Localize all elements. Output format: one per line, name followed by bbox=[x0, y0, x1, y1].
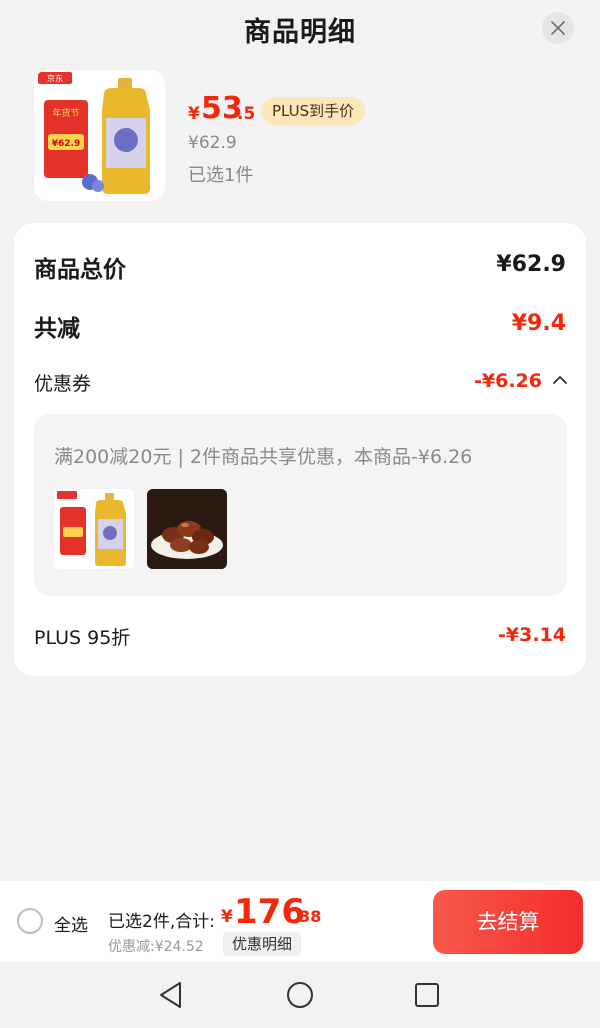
recent-apps-square-icon[interactable] bbox=[412, 980, 442, 1010]
modal-header: 商品明细 bbox=[0, 0, 600, 56]
sum-label: 已选2件,合计: bbox=[108, 912, 215, 932]
coupon-product-thumb-dates[interactable] bbox=[147, 489, 227, 569]
coupon-detail-box: 满200减20元 | 2件商品共享优惠，本商品-¥6.26 bbox=[34, 414, 567, 596]
discount-detail-button[interactable]: 优惠明细 bbox=[223, 932, 302, 956]
total-price-value: ¥62.9 bbox=[496, 252, 566, 277]
price-currency: ¥ bbox=[188, 104, 200, 124]
discount-amount: 优惠减:¥24.52 bbox=[108, 939, 204, 955]
plus-discount-value: -¥3.14 bbox=[498, 624, 566, 646]
select-all-label[interactable]: 全选 bbox=[54, 911, 88, 936]
oil-product-image bbox=[54, 489, 134, 569]
coupon-label[interactable]: 优惠券 bbox=[34, 369, 91, 396]
home-circle-icon[interactable] bbox=[285, 980, 315, 1010]
thumb-brand-label: 京东 bbox=[47, 73, 63, 83]
price-detail-card: 商品总价 ¥62.9 共减 ¥9.4 优惠券 -¥6.26 满200减20元 |… bbox=[14, 223, 586, 676]
sum-decimal: .38 bbox=[293, 907, 322, 926]
select-all-checkbox[interactable] bbox=[17, 908, 43, 934]
checkout-bar: 全选 已选2件,合计: ¥ 176 .38 优惠减:¥24.52 优惠明细 去结… bbox=[0, 881, 600, 962]
product-image: 京东 年货节 ¥62.9 bbox=[34, 70, 165, 201]
thumb-promo-label: 年货节 bbox=[52, 107, 79, 119]
total-reduction-value: ¥9.4 bbox=[511, 311, 566, 336]
product-thumbnail[interactable]: 京东 年货节 ¥62.9 bbox=[34, 70, 165, 201]
coupon-value[interactable]: -¥6.26 bbox=[474, 370, 542, 392]
selected-count: 已选1件 bbox=[188, 165, 254, 186]
plus-discount-label: PLUS 95折 bbox=[34, 627, 131, 649]
checkout-button[interactable]: 去结算 bbox=[433, 890, 583, 954]
price-decimal: .5 bbox=[237, 104, 256, 124]
original-price: ¥62.9 bbox=[188, 133, 237, 153]
coupon-product-thumb-oil[interactable] bbox=[54, 489, 134, 569]
thumb-price-tag: ¥62.9 bbox=[52, 139, 80, 149]
close-icon bbox=[551, 21, 565, 35]
total-reduction-label: 共减 bbox=[34, 316, 80, 342]
plus-price-badge: PLUS到手价 bbox=[261, 97, 366, 125]
total-price-label: 商品总价 bbox=[34, 257, 126, 283]
sum-currency: ¥ bbox=[221, 907, 233, 927]
close-button[interactable] bbox=[542, 12, 574, 44]
chevron-up-icon[interactable] bbox=[553, 375, 567, 385]
dates-product-image bbox=[147, 489, 227, 569]
system-nav-bar bbox=[0, 962, 600, 1028]
back-triangle-icon[interactable] bbox=[156, 980, 186, 1010]
coupon-description: 满200减20元 | 2件商品共享优惠，本商品-¥6.26 bbox=[54, 446, 473, 468]
modal-title: 商品明细 bbox=[244, 17, 356, 48]
